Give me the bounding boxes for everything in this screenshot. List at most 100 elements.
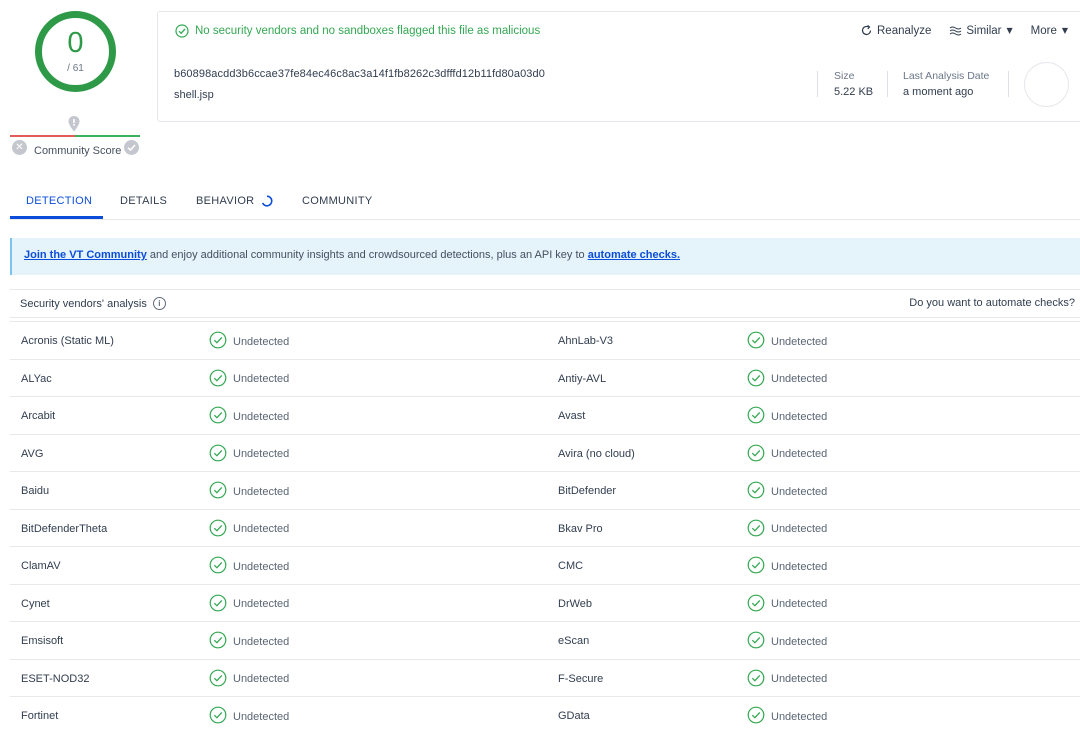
file-summary-card: No security vendors and no sandboxes fla… xyxy=(157,11,1080,122)
file-hash[interactable]: b60898acdd3b6ccae37fe84ec46c8ac3a14f1fb8… xyxy=(174,68,545,80)
vendor-result: Undetected xyxy=(747,556,827,577)
community-banner: Join the VT Community and enjoy addition… xyxy=(10,238,1080,275)
result-label: Undetected xyxy=(771,710,828,723)
divider xyxy=(817,71,818,97)
result-label: Undetected xyxy=(771,560,828,573)
vendor-name: Emsisoft xyxy=(21,635,64,647)
vendor-result: Undetected xyxy=(209,594,289,615)
result-label: Undetected xyxy=(233,335,290,348)
vendor-result: Undetected xyxy=(209,519,289,540)
check-circle-icon xyxy=(747,369,765,390)
check-circle-icon xyxy=(209,406,227,427)
check-circle-icon xyxy=(747,444,765,465)
info-icon[interactable]: i xyxy=(152,297,166,310)
vendor-result: Undetected xyxy=(209,706,289,727)
file-type-icon xyxy=(1024,62,1069,107)
result-label: Undetected xyxy=(771,598,828,610)
vendor-name: Avast xyxy=(558,410,586,422)
vendor-result: Undetected xyxy=(747,481,827,502)
vendor-name: AhnLab-V3 xyxy=(558,335,614,347)
check-circle-icon xyxy=(747,519,765,540)
check-circle-icon xyxy=(747,669,765,690)
action-bar: Reanalyze Similar ▼ More ▼ xyxy=(842,24,1068,37)
vendor-name: GData xyxy=(558,710,590,722)
check-circle-icon xyxy=(747,706,765,727)
check-circle-icon xyxy=(209,669,227,690)
community-score: ✕ Community Score xyxy=(10,140,140,160)
result-label: Undetected xyxy=(771,410,828,423)
divider xyxy=(1008,71,1009,97)
table-row: Fortinet Undetected GData Undetected xyxy=(10,696,1080,734)
check-circle-icon xyxy=(209,594,227,615)
table-row: ALYac Undetected Antiy-AVL Undetected xyxy=(10,358,1080,397)
check-circle-icon xyxy=(747,594,765,615)
similar-label: Similar xyxy=(966,24,1002,37)
more-label: More xyxy=(1030,24,1057,37)
result-label: Undetected xyxy=(233,598,290,610)
check-circle-icon xyxy=(747,331,765,352)
result-label: Undetected xyxy=(233,560,290,573)
vendor-result: Undetected xyxy=(209,481,289,502)
vote-harmless-icon[interactable] xyxy=(124,140,139,155)
vendor-name: Arcabit xyxy=(21,410,56,422)
vendor-result: Undetected xyxy=(209,631,289,652)
loading-spinner-icon xyxy=(262,195,273,207)
check-circle-icon xyxy=(747,481,765,502)
check-circle-icon xyxy=(209,481,227,502)
automate-checks-prompt[interactable]: Do you want to automate checks? xyxy=(909,297,1075,309)
score-total: / 61 xyxy=(67,63,84,74)
reanalyze-button[interactable]: Reanalyze xyxy=(860,24,931,37)
result-label: Undetected xyxy=(771,635,828,648)
vendor-result: Undetected xyxy=(209,669,289,690)
refresh-icon xyxy=(861,25,872,36)
vendor-result: Undetected xyxy=(209,444,289,465)
result-label: Undetected xyxy=(233,710,290,723)
result-label: Undetected xyxy=(771,373,828,385)
vendor-name: ESET-NOD32 xyxy=(21,672,90,685)
tab-details[interactable]: DETAILS xyxy=(120,195,167,207)
vote-malicious-icon[interactable]: ✕ xyxy=(12,140,27,155)
vendor-name: BitDefender xyxy=(558,485,617,497)
divider xyxy=(887,71,888,97)
table-row: AVG Undetected Avira (no cloud) Undetected xyxy=(10,433,1080,472)
result-label: Undetected xyxy=(771,673,828,685)
vendor-result: Undetected xyxy=(209,331,289,352)
vendor-name: eScan xyxy=(558,635,590,647)
tab-behavior-label: BEHAVIOR xyxy=(196,195,255,207)
join-community-link[interactable]: Join the VT Community xyxy=(24,249,147,261)
table-row: Acronis (Static ML) Undetected AhnLab-V3 Un… xyxy=(10,321,1080,359)
table-row: ClamAV Undetected CMC Undetected xyxy=(10,546,1080,584)
vendor-name: ClamAV xyxy=(21,560,61,572)
more-button[interactable]: More ▼ xyxy=(1031,25,1068,37)
vendor-result: Undetected xyxy=(209,556,289,577)
score-detections: 0 xyxy=(67,27,84,59)
table-row: Emsisoft Undetected eScan Undetected xyxy=(10,621,1080,659)
table-row: Baidu Undetected BitDefender Undetected xyxy=(10,471,1080,509)
vendor-result: Undetected xyxy=(747,406,827,427)
vendor-result: Undetected xyxy=(747,444,827,465)
vendor-result: Undetected xyxy=(747,631,827,652)
vendor-name: AVG xyxy=(21,447,44,460)
result-label: Undetected xyxy=(233,635,290,648)
tab-behavior[interactable]: BEHAVIOR xyxy=(196,195,273,207)
result-label: Undetected xyxy=(233,373,290,385)
tab-detection[interactable]: DETECTION xyxy=(26,195,92,207)
reanalyze-label: Reanalyze xyxy=(877,24,932,37)
active-tab-indicator xyxy=(10,216,103,219)
tab-community[interactable]: COMMUNITY xyxy=(302,195,373,207)
vendor-name: Fortinet xyxy=(21,710,59,722)
table-row: Cynet Undetected DrWeb Undetected xyxy=(10,583,1080,622)
size-label: Size xyxy=(834,70,855,82)
community-score-label: Community Score xyxy=(34,145,122,157)
file-name: shell.jsp xyxy=(174,89,214,101)
vendor-name: F-Secure xyxy=(558,672,604,685)
last-analysis-value: a moment ago xyxy=(903,86,974,98)
community-score-marker-icon xyxy=(68,116,80,132)
chevron-down-icon: ▼ xyxy=(1061,26,1068,35)
similar-button[interactable]: Similar ▼ xyxy=(949,24,1013,37)
automate-checks-link[interactable]: automate checks. xyxy=(588,249,680,261)
result-label: Undetected xyxy=(233,448,290,460)
community-score-bar xyxy=(10,135,140,137)
vendor-name: Baidu xyxy=(21,485,50,497)
vendor-name: ALYac xyxy=(21,372,52,385)
